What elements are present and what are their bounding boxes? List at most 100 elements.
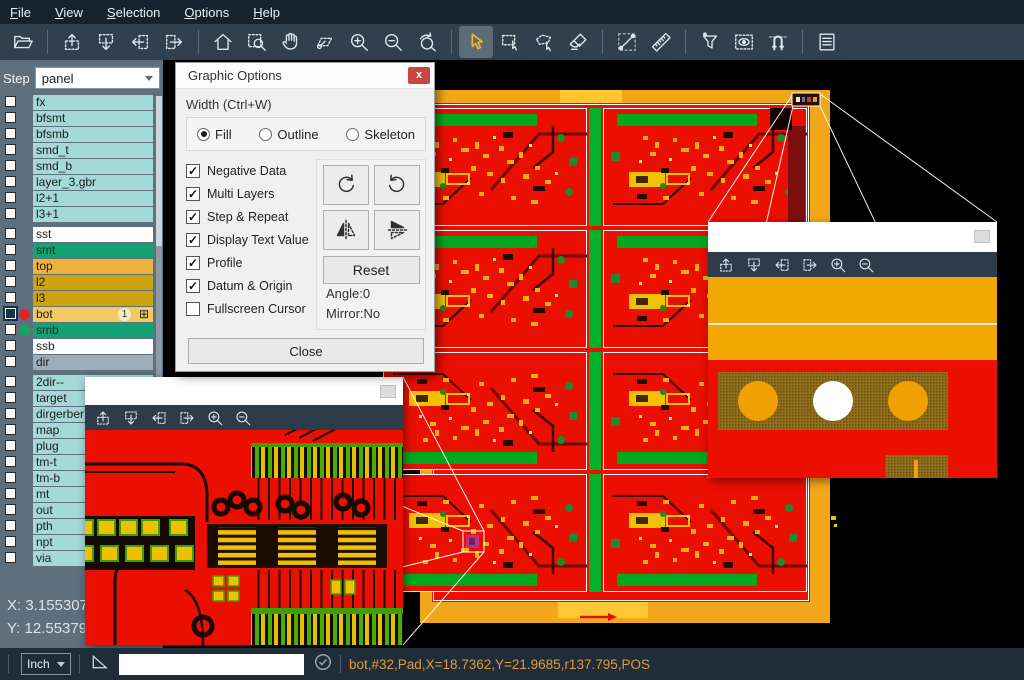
popup-left-pcb-view[interactable] <box>85 430 403 645</box>
layer-row-sst[interactable]: sst <box>0 227 154 242</box>
layer-name[interactable]: smb <box>33 323 153 338</box>
drag-view-button[interactable] <box>308 26 342 58</box>
home-button[interactable] <box>206 26 240 58</box>
layer-checkbox[interactable] <box>5 112 16 123</box>
layer-row-layer_3.gbr[interactable]: layer_3.gbr <box>0 175 154 190</box>
pan-right-button[interactable] <box>173 406 201 429</box>
zoom-out-button[interactable] <box>376 26 410 58</box>
menu-options[interactable]: Options <box>184 5 229 20</box>
checkbox-row-datum-origin[interactable]: ✓Datum & Origin <box>186 274 312 297</box>
checkbox[interactable]: ✓ <box>186 187 200 201</box>
measure-ruler-button[interactable] <box>644 26 678 58</box>
layer-row-fx[interactable]: fx <box>0 95 154 110</box>
reset-button[interactable]: Reset <box>323 256 420 284</box>
layer-row-smt[interactable]: smt <box>0 243 154 258</box>
open-folder-button[interactable] <box>6 26 40 58</box>
dialog-close-button[interactable]: Close <box>188 338 424 364</box>
menu-file[interactable]: File <box>10 5 31 20</box>
layer-row-l2+1[interactable]: l2+1 <box>0 191 154 206</box>
snap-angle-icon[interactable] <box>90 652 109 676</box>
layer-row-smb[interactable]: smb <box>0 323 154 338</box>
menu-selection[interactable]: Selection <box>107 5 160 20</box>
radio-circle[interactable] <box>346 128 359 141</box>
checkbox-row-profile[interactable]: ✓Profile <box>186 251 312 274</box>
layer-checkbox[interactable] <box>5 324 16 335</box>
popup-menu-button[interactable] <box>974 230 990 243</box>
pan-up-button[interactable] <box>55 26 89 58</box>
checkbox[interactable]: ✓ <box>186 233 200 247</box>
popup-right-pcb-view[interactable] <box>708 277 997 478</box>
checkbox[interactable] <box>186 302 200 316</box>
command-input[interactable] <box>119 654 304 675</box>
checkbox[interactable]: ✓ <box>186 164 200 178</box>
layer-name[interactable]: ssb <box>33 339 153 354</box>
layer-row-bfsmb[interactable]: bfsmb <box>0 127 154 142</box>
layer-row-dir[interactable]: dir <box>0 355 154 370</box>
clear-brush-button[interactable] <box>561 26 595 58</box>
pan-left-button[interactable] <box>768 253 796 276</box>
unit-combobox[interactable]: Inch <box>21 653 71 675</box>
pan-up-button[interactable] <box>89 406 117 429</box>
checkbox-row-step-repeat[interactable]: ✓Step & Repeat <box>186 205 312 228</box>
filter-button[interactable] <box>693 26 727 58</box>
layer-name[interactable]: layer_3.gbr <box>33 175 153 190</box>
layer-name[interactable]: smt <box>33 243 153 258</box>
zoom-in-button[interactable] <box>824 253 852 276</box>
layer-checkbox[interactable] <box>5 144 16 155</box>
pan-right-button[interactable] <box>157 26 191 58</box>
dialog-titlebar[interactable]: Graphic Options x <box>176 63 434 89</box>
radio-circle[interactable] <box>259 128 272 141</box>
layer-checkbox[interactable] <box>5 308 16 319</box>
zoom-out-button[interactable] <box>852 253 880 276</box>
layer-row-smd_t[interactable]: smd_t <box>0 143 154 158</box>
layer-name[interactable]: dir <box>33 355 153 370</box>
pan-left-button[interactable] <box>145 406 173 429</box>
popup-menu-button[interactable] <box>380 385 396 398</box>
layer-row-top[interactable]: top <box>0 259 154 274</box>
layer-row-l3[interactable]: l3 <box>0 291 154 306</box>
measure-distance-button[interactable] <box>610 26 644 58</box>
layer-name[interactable]: bot1⊞ <box>33 307 153 322</box>
layer-checkbox[interactable] <box>5 208 16 219</box>
layer-checkbox[interactable] <box>5 160 16 171</box>
layer-checkbox[interactable] <box>5 520 16 531</box>
layer-name[interactable]: l2+1 <box>33 191 153 206</box>
layer-checkbox[interactable] <box>5 260 16 271</box>
view-options-button[interactable] <box>727 26 761 58</box>
select-cursor-button[interactable] <box>459 26 493 58</box>
scrollbar-thumb[interactable] <box>156 96 162 246</box>
pan-right-button[interactable] <box>796 253 824 276</box>
checkbox-row-display-text-value[interactable]: ✓Display Text Value <box>186 228 312 251</box>
pan-down-button[interactable] <box>89 26 123 58</box>
radio-outline[interactable]: Outline <box>259 127 318 142</box>
popup-titlebar[interactable] <box>85 377 403 405</box>
layer-name[interactable]: l2 <box>33 275 153 290</box>
menu-help[interactable]: Help <box>253 5 280 20</box>
pan-down-button[interactable] <box>117 406 145 429</box>
radio-fill[interactable]: Fill <box>197 127 232 142</box>
layer-row-bfsmt[interactable]: bfsmt <box>0 111 154 126</box>
zoom-in-button[interactable] <box>342 26 376 58</box>
layer-name[interactable]: top <box>33 259 153 274</box>
snap-button[interactable] <box>761 26 795 58</box>
popup-titlebar[interactable] <box>708 222 997 252</box>
rotate-ccw-button[interactable] <box>374 165 420 205</box>
layer-checkbox[interactable] <box>5 408 16 419</box>
layer-name[interactable]: smd_t <box>33 143 153 158</box>
layer-name[interactable]: bfsmt <box>33 111 153 126</box>
layer-checkbox[interactable] <box>5 192 16 203</box>
apply-check-icon[interactable] <box>314 653 332 676</box>
layer-row-l2[interactable]: l2 <box>0 275 154 290</box>
checkbox[interactable]: ✓ <box>186 256 200 270</box>
checkbox[interactable]: ✓ <box>186 210 200 224</box>
layer-checkbox[interactable] <box>5 96 16 107</box>
layer-checkbox[interactable] <box>5 340 16 351</box>
checkbox-row-fullscreen-cursor[interactable]: Fullscreen Cursor <box>186 297 312 320</box>
layer-checkbox[interactable] <box>5 472 16 483</box>
poly-select-button[interactable] <box>527 26 561 58</box>
zoom-in-button[interactable] <box>201 406 229 429</box>
mirror-vertical-button[interactable] <box>374 210 420 250</box>
step-combobox[interactable]: panel <box>35 67 160 89</box>
layer-checkbox[interactable] <box>5 536 16 547</box>
zoom-previous-button[interactable] <box>410 26 444 58</box>
